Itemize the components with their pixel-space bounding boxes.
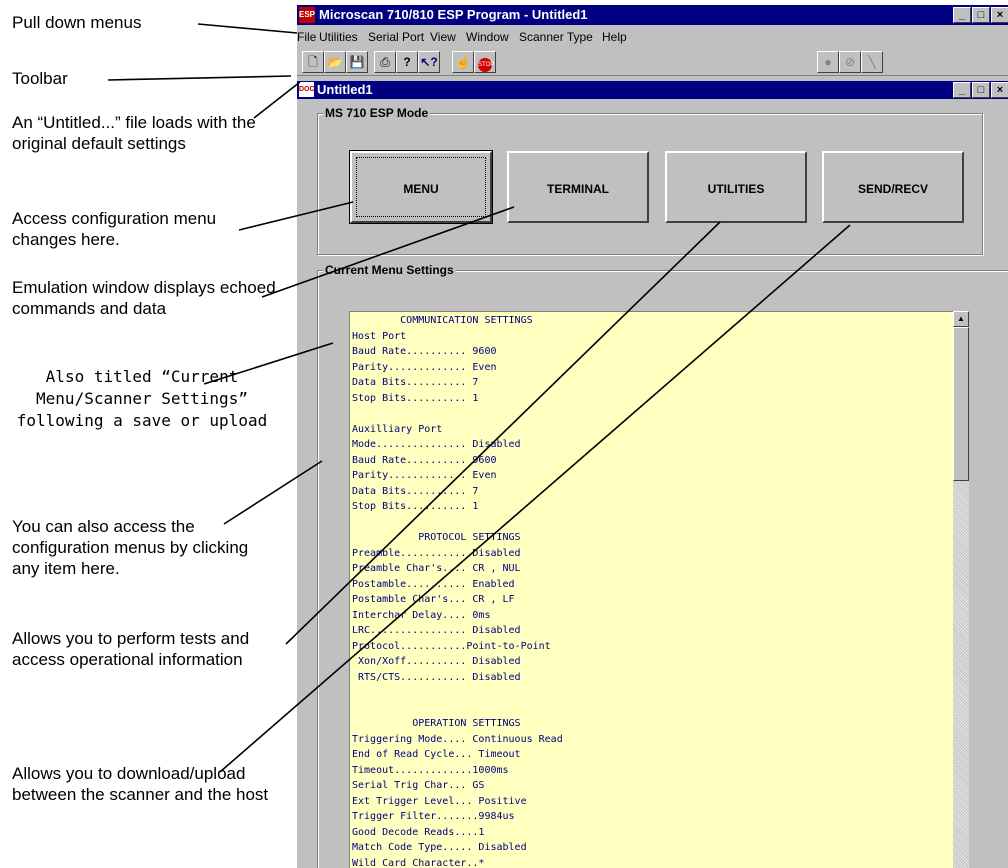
window-title: Microscan 710/810 ESP Program - Untitled… (319, 7, 588, 22)
settings-line[interactable]: Preamble Char's.... CR , NUL (352, 561, 521, 577)
minimize-button[interactable]: _ (953, 7, 971, 23)
esp-app-icon: ESP (299, 7, 315, 23)
settings-line[interactable]: Auxilliary Port (352, 422, 442, 438)
settings-line[interactable]: Timeout.............1000ms (352, 763, 509, 779)
application-window: ESP Microscan 710/810 ESP Program - Unti… (296, 5, 1008, 868)
open-folder-icon[interactable]: 📂 (324, 51, 346, 73)
doc-close-button[interactable]: × (991, 82, 1008, 98)
utilities-button[interactable]: UTILITIES (665, 151, 807, 223)
settings-line[interactable]: RTS/CTS........... Disabled (352, 670, 521, 686)
stop-icon[interactable]: STOP (474, 51, 496, 73)
leader-pull-down-menus (197, 23, 298, 34)
settings-line[interactable]: Parity............. Even (352, 468, 497, 484)
settings-line[interactable]: Stop Bits.......... 1 (352, 391, 478, 407)
mode-group-label: MS 710 ESP Mode (323, 106, 431, 120)
help-icon[interactable]: ? (396, 51, 418, 73)
document-icon: DOC (299, 82, 315, 97)
settings-line[interactable]: Good Decode Reads....1 (352, 825, 484, 841)
wand-icon[interactable]: ╲ (861, 51, 883, 73)
printer-icon[interactable]: ⎙ (374, 51, 396, 73)
scrollbar-thumb[interactable] (953, 327, 969, 481)
settings-line[interactable]: Host Port (352, 329, 406, 345)
maximize-button[interactable]: □ (972, 7, 990, 23)
callout-perform-tests: Allows you to perform tests and access o… (12, 629, 250, 669)
settings-line[interactable]: Data Bits.......... 7 (352, 375, 478, 391)
settings-line[interactable]: Postamble.......... Enabled (352, 577, 515, 593)
settings-line[interactable]: Serial Trig Char... GS (352, 778, 484, 794)
document-window: DOC Untitled1 _ □ × MS 710 ESP Mode MENU T… (297, 77, 1008, 868)
stop-sign-icon: STOP (478, 58, 494, 72)
record-icon[interactable]: ● (817, 51, 839, 73)
settings-line[interactable]: Preamble........... Disabled (352, 546, 521, 562)
callout-pull-down-menus: Pull down menus (12, 13, 142, 32)
callout-emulation-window: Emulation window displays echoed command… (12, 278, 276, 318)
doc-maximize-button[interactable]: □ (972, 82, 990, 98)
current-menu-settings-pane[interactable]: COMMUNICATION SETTINGS Host Port Baud Rate… (349, 311, 954, 868)
settings-group-label: Current Menu Settings (323, 263, 456, 277)
settings-line[interactable]: Wild Card Character..* (352, 856, 484, 868)
settings-line[interactable]: Protocol...........Point-to-Point (352, 639, 551, 655)
stop-disabled-icon[interactable]: ⊘ (839, 51, 861, 73)
callout-download-upload: Allows you to download/upload between th… (12, 764, 269, 804)
settings-line[interactable]: PROTOCOL SETTINGS (352, 530, 520, 546)
settings-line[interactable]: Trigger Filter.......9984us (352, 809, 515, 825)
send-recv-button[interactable]: SEND/RECV (822, 151, 964, 223)
settings-line[interactable]: Data Bits.......... 7 (352, 484, 478, 500)
document-title-bar[interactable]: DOC Untitled1 _ □ × (297, 81, 1008, 99)
menu-serial-port[interactable]: Serial Port (368, 30, 424, 44)
menu-file[interactable]: File (297, 30, 316, 44)
settings-line[interactable]: Triggering Mode.... Continuous Read (352, 732, 563, 748)
callout-toolbar: Toolbar (12, 69, 68, 88)
settings-line[interactable]: Interchar Delay.... 0ms (352, 608, 490, 624)
settings-line[interactable]: Stop Bits.......... 1 (352, 499, 478, 515)
settings-line[interactable]: COMMUNICATION SETTINGS (352, 313, 532, 329)
context-help-icon[interactable]: ↖? (418, 51, 440, 73)
settings-line[interactable]: Ext Trigger Level... Positive (352, 794, 527, 810)
leader-toolbar (107, 75, 292, 81)
save-disk-icon[interactable]: 💾 (346, 51, 368, 73)
settings-scrollbar[interactable]: ▲ (953, 311, 969, 868)
doc-minimize-button[interactable]: _ (953, 82, 971, 98)
menu-bar: File Utilities Serial Port View Window S… (297, 26, 1008, 46)
settings-line[interactable]: LRC................ Disabled (352, 623, 521, 639)
settings-line[interactable]: Parity............. Even (352, 360, 497, 376)
menu-button[interactable]: MENU (349, 150, 493, 224)
close-button[interactable]: × (991, 7, 1008, 23)
menu-button-label: MENU (356, 157, 486, 217)
settings-line[interactable]: Baud Rate.......... 9600 (352, 453, 497, 469)
callout-untitled-file: An “Untitled...” file loads with the ori… (12, 113, 256, 153)
menu-help[interactable]: Help (602, 30, 627, 44)
settings-line[interactable]: OPERATION SETTINGS (352, 716, 520, 732)
menu-utilities[interactable]: Utilities (319, 30, 358, 44)
settings-line[interactable]: End of Read Cycle... Timeout (352, 747, 521, 763)
terminal-button[interactable]: TERMINAL (507, 151, 649, 223)
new-file-icon[interactable]: 🗋 (302, 51, 324, 73)
title-bar[interactable]: ESP Microscan 710/810 ESP Program - Unti… (297, 5, 1008, 25)
menu-window[interactable]: Window (466, 30, 509, 44)
settings-line[interactable]: Postamble Char's... CR , LF (352, 592, 515, 608)
menu-view[interactable]: View (430, 30, 456, 44)
settings-line[interactable]: Baud Rate.......... 9600 (352, 344, 497, 360)
settings-line[interactable]: Xon/Xoff.......... Disabled (352, 654, 521, 670)
callout-access-configuration: Access configuration menu changes here. (12, 209, 217, 249)
scroll-up-arrow-icon[interactable]: ▲ (953, 311, 969, 327)
settings-line[interactable]: Match Code Type..... Disabled (352, 840, 527, 856)
callout-configuration-menus: You can also access the configuration me… (12, 517, 249, 578)
trigger-icon[interactable]: ☝ (452, 51, 474, 73)
menu-scanner-type[interactable]: Scanner Type (519, 30, 593, 44)
document-title: Untitled1 (317, 82, 373, 97)
settings-line[interactable]: Mode............... Disabled (352, 437, 521, 453)
toolbar: 🗋 📂 💾 ⎙ ? ↖? ☝ STOP ● ⊘ ╲ (297, 49, 1008, 76)
callout-also-titled: Also titled “Current Menu/Scanner Settin… (16, 367, 268, 430)
